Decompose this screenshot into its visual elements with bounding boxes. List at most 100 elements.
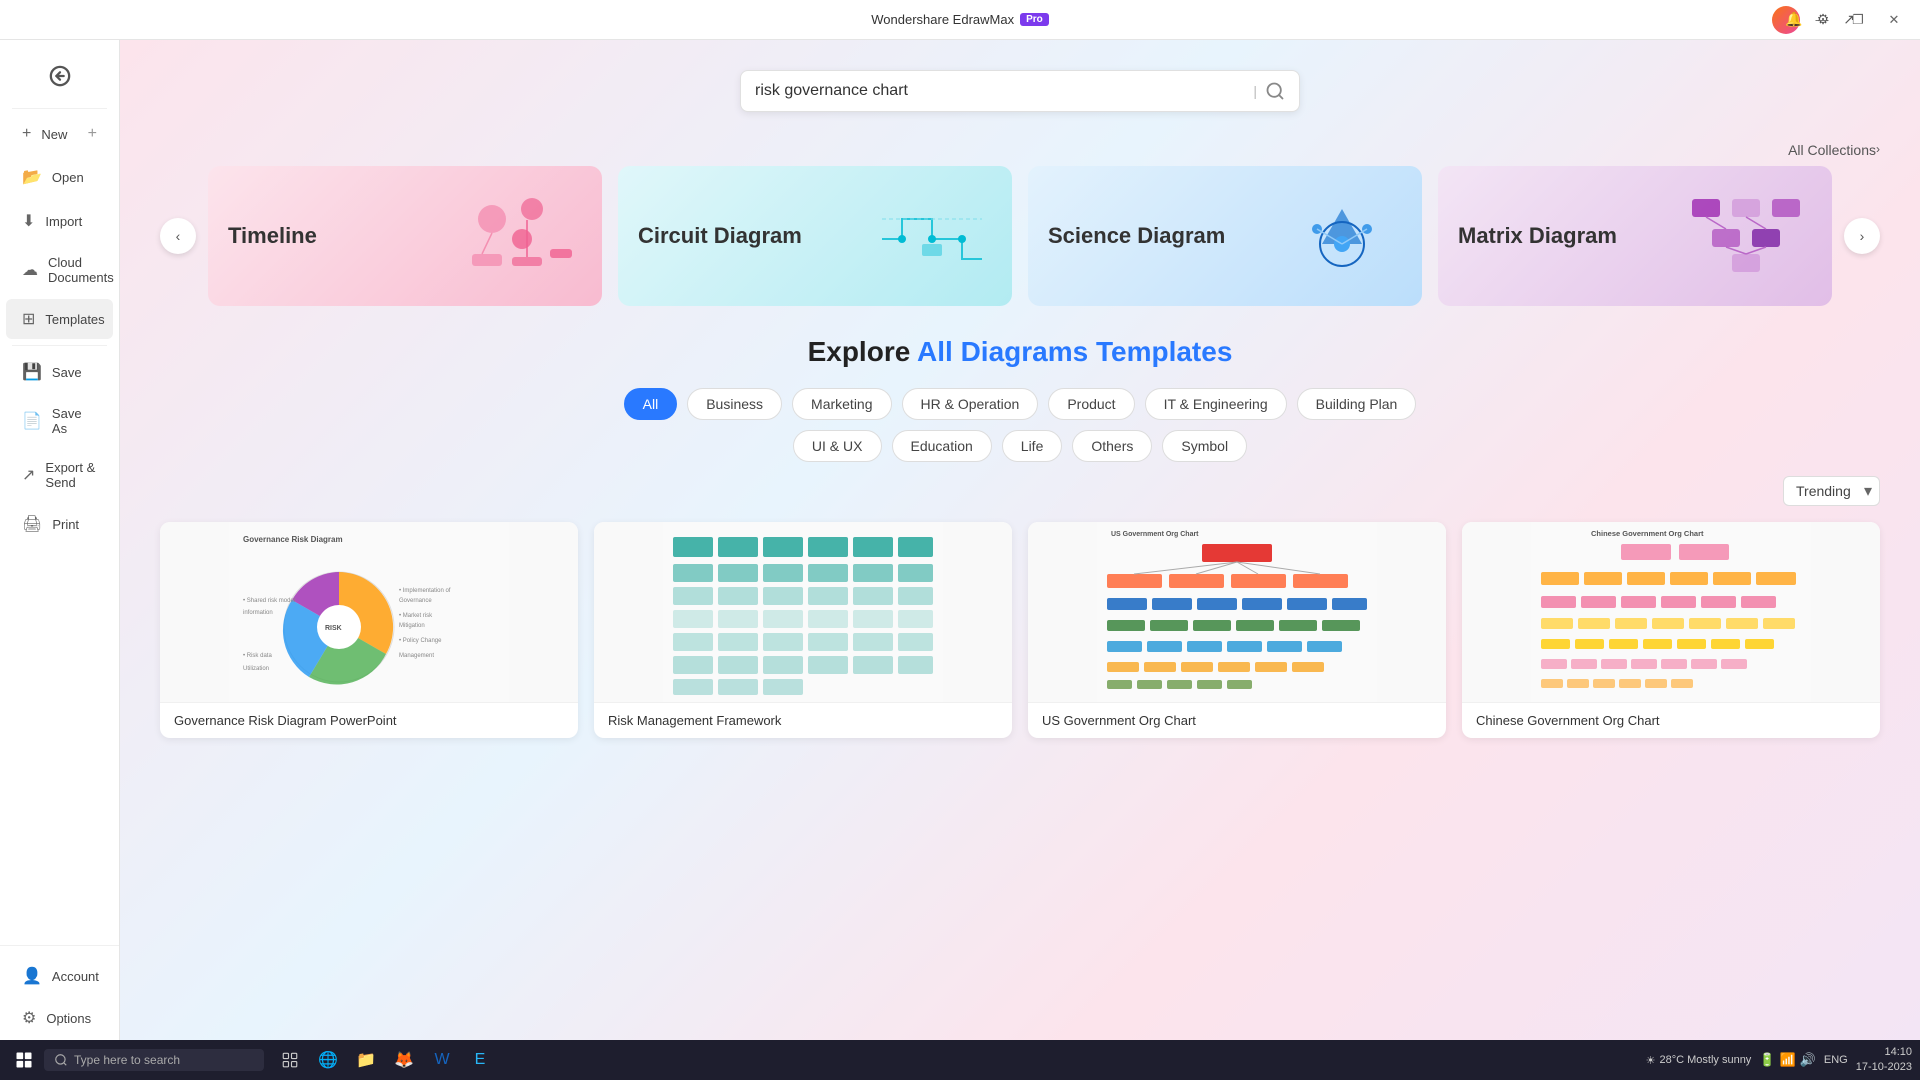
carousel-card-circuit[interactable]: Circuit Diagram <box>618 166 1012 306</box>
minimize-button[interactable]: — <box>1808 6 1836 34</box>
windows-start-button[interactable] <box>8 1044 40 1076</box>
battery-icon[interactable]: 🔋 <box>1759 1052 1775 1068</box>
filter-tag-all[interactable]: All <box>624 388 678 420</box>
maximize-button[interactable]: ❐ <box>1844 6 1872 34</box>
svg-text:Chinese Government Org Chart: Chinese Government Org Chart <box>1591 529 1704 538</box>
app-title: Wondershare EdrawMax Pro <box>871 12 1049 27</box>
svg-text:Mitigation: Mitigation <box>399 623 425 629</box>
templates-grid: Governance Risk Diagram RISK • Implement… <box>160 522 1880 738</box>
filter-tag-hr[interactable]: HR & Operation <box>902 388 1039 420</box>
svg-text:Utilization: Utilization <box>243 666 269 672</box>
sort-select[interactable]: Trending Newest Popular <box>1783 476 1880 506</box>
filter-tag-business[interactable]: Business <box>687 388 782 420</box>
carousel-card-title-science: Science Diagram <box>1048 223 1225 249</box>
carousel: ‹ Timeline <box>160 166 1880 306</box>
sort-wrapper: Trending Newest Popular <box>1783 476 1880 506</box>
title-bar: Wondershare EdrawMax Pro 🔔 ⚙ ↗ — ❐ ✕ <box>0 0 1920 40</box>
sidebar-item-account[interactable]: 👤 Account <box>6 956 113 996</box>
taskbar: Type here to search 🌐 📁 🦊 W E ☀ 28°C Mos… <box>0 1040 1920 1080</box>
carousel-card-img-science <box>1282 189 1402 284</box>
sidebar-item-label-save-as: Save As <box>52 406 97 436</box>
taskbar-app-browser[interactable]: 🦊 <box>386 1042 422 1078</box>
carousel-card-matrix[interactable]: Matrix Diagram <box>1438 166 1832 306</box>
all-collections-chevron[interactable]: › <box>1876 142 1880 158</box>
pro-badge: Pro <box>1020 13 1049 26</box>
sidebar-item-open[interactable]: 📂 Open <box>6 157 113 197</box>
carousel-card-title-circuit: Circuit Diagram <box>638 223 802 249</box>
taskbar-weather: ☀ 28°C Mostly sunny <box>1646 1054 1752 1067</box>
taskbar-clock[interactable]: 14:10 17-10-2023 <box>1856 1045 1912 1076</box>
taskbar-app-word[interactable]: W <box>424 1042 460 1078</box>
save-icon: 💾 <box>22 362 42 382</box>
sidebar-item-export[interactable]: ↗ Export & Send <box>6 450 113 500</box>
all-collections-link[interactable]: All Collections <box>1788 142 1876 158</box>
filter-tag-ui[interactable]: UI & UX <box>793 430 882 462</box>
carousel-card-img-timeline <box>462 189 582 284</box>
sidebar-item-templates[interactable]: ⊞ Templates <box>6 299 113 339</box>
carousel-card-timeline[interactable]: Timeline <box>208 166 602 306</box>
carousel-card-img-matrix <box>1682 189 1812 284</box>
sidebar-item-new[interactable]: + New + <box>6 115 113 153</box>
cloud-icon: ☁ <box>22 260 38 280</box>
back-button[interactable] <box>36 52 84 100</box>
svg-text:Management: Management <box>399 653 434 659</box>
template-card-chinese-org[interactable]: Chinese Government Org Chart <box>1462 522 1880 738</box>
filter-tag-education[interactable]: Education <box>892 430 992 462</box>
new-plus-icon: + <box>88 125 97 143</box>
sidebar-item-print[interactable]: 🖨 Print <box>6 504 113 544</box>
sidebar-item-import[interactable]: ⬇ Import <box>6 201 113 241</box>
template-card-label-teal-grid: Risk Management Framework <box>594 702 1012 738</box>
filter-tag-marketing[interactable]: Marketing <box>792 388 891 420</box>
open-icon: 📂 <box>22 167 42 187</box>
filter-tag-life[interactable]: Life <box>1002 430 1063 462</box>
wifi-icon[interactable]: 📶 <box>1780 1052 1796 1068</box>
search-container: | <box>160 70 1880 112</box>
filter-tag-product[interactable]: Product <box>1048 388 1134 420</box>
sidebar-item-label-print: Print <box>52 517 79 532</box>
import-icon: ⬇ <box>22 211 35 231</box>
carousel-next[interactable]: › <box>1844 218 1880 254</box>
filter-tag-building[interactable]: Building Plan <box>1297 388 1417 420</box>
sidebar-item-save-as[interactable]: 📄 Save As <box>6 396 113 446</box>
svg-text:US Government Org Chart: US Government Org Chart <box>1111 531 1199 538</box>
explore-title-plain: Explore <box>808 336 917 367</box>
taskbar-app-edrawmax[interactable]: E <box>462 1042 498 1078</box>
taskbar-search-bar[interactable]: Type here to search <box>44 1049 264 1071</box>
taskbar-app-edge[interactable]: 🌐 <box>310 1042 346 1078</box>
search-input[interactable] <box>755 82 1245 100</box>
taskbar-search-placeholder: Type here to search <box>74 1053 180 1067</box>
carousel-items: Timeline <box>208 166 1832 306</box>
search-bar: | <box>740 70 1300 112</box>
window-controls: — ❐ ✕ <box>1808 0 1908 39</box>
filter-tag-others[interactable]: Others <box>1072 430 1152 462</box>
sidebar-item-label-new: New <box>41 127 67 142</box>
taskbar-language[interactable]: ENG <box>1824 1054 1848 1066</box>
close-button[interactable]: ✕ <box>1880 6 1908 34</box>
svg-text:• Risk data: • Risk data <box>243 653 272 659</box>
options-icon: ⚙ <box>22 1008 36 1028</box>
sidebar-item-save[interactable]: 💾 Save <box>6 352 113 392</box>
filter-tag-symbol[interactable]: Symbol <box>1162 430 1247 462</box>
template-card-teal-grid[interactable]: Risk Management Framework <box>594 522 1012 738</box>
taskbar-app-files[interactable]: 📁 <box>348 1042 384 1078</box>
svg-text:Governance Risk Diagram: Governance Risk Diagram <box>243 535 343 544</box>
svg-text:• Policy Change: • Policy Change <box>399 638 442 644</box>
sidebar-item-options[interactable]: ⚙ Options <box>6 998 113 1038</box>
search-button[interactable] <box>1265 81 1285 101</box>
carousel-prev[interactable]: ‹ <box>160 218 196 254</box>
template-card-us-org[interactable]: US Government Org Chart <box>1028 522 1446 738</box>
filter-tags-row2: UI & UX Education Life Others Symbol <box>160 430 1880 462</box>
notification-icon[interactable]: 🔔 <box>1780 8 1807 31</box>
filter-tag-it[interactable]: IT & Engineering <box>1145 388 1287 420</box>
save-as-icon: 📄 <box>22 411 42 431</box>
volume-icon[interactable]: 🔊 <box>1800 1052 1816 1068</box>
carousel-card-science[interactable]: Science Diagram <box>1028 166 1422 306</box>
svg-text:Governance: Governance <box>399 598 432 604</box>
templates-icon: ⊞ <box>22 309 35 329</box>
sidebar-item-cloud[interactable]: ☁ Cloud Documents <box>6 245 113 295</box>
template-card-governance-risk[interactable]: Governance Risk Diagram RISK • Implement… <box>160 522 578 738</box>
taskbar-app-taskview[interactable] <box>272 1042 308 1078</box>
svg-text:• Shared risk model: • Shared risk model <box>243 598 295 604</box>
template-card-img-chinese-org: Chinese Government Org Chart <box>1462 522 1880 702</box>
content-area: | All Collections › ‹ <box>120 40 1920 1040</box>
